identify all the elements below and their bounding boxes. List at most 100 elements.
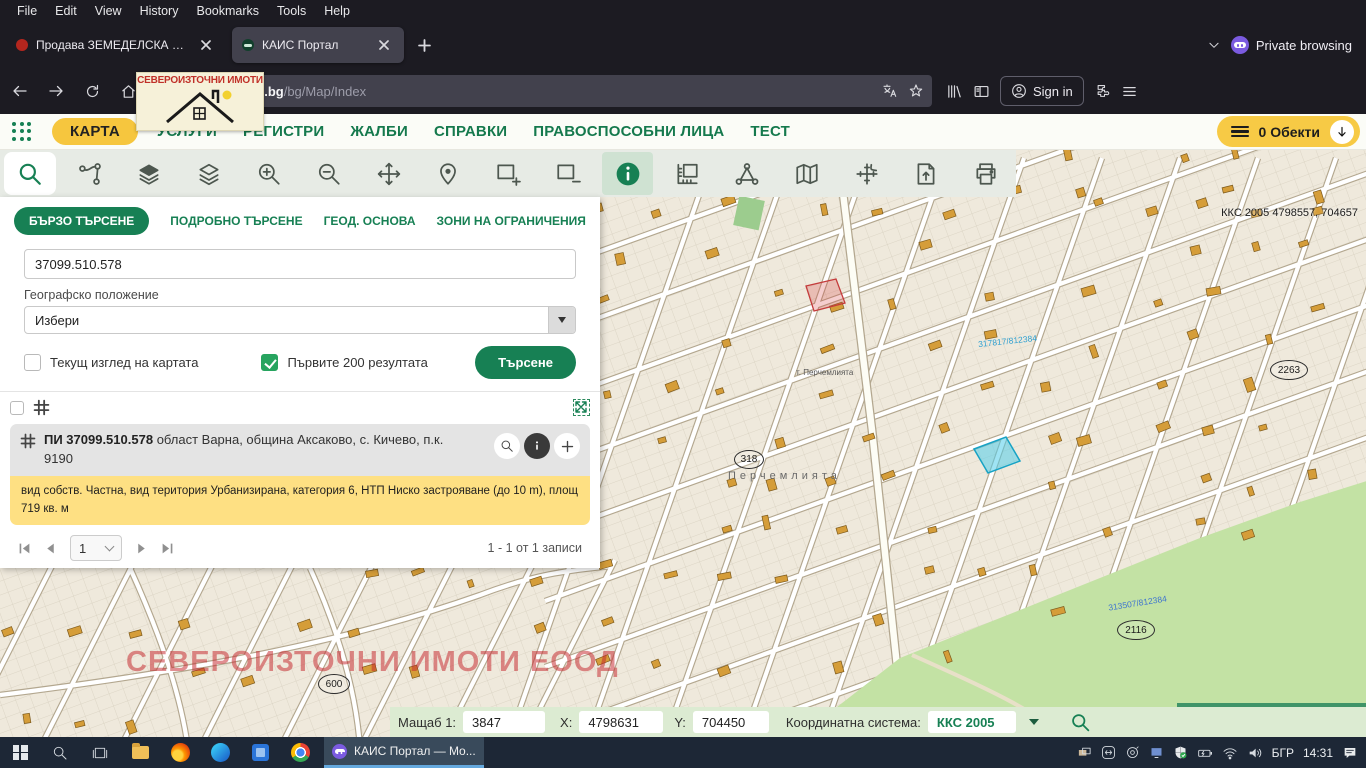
tool-measure-length[interactable] xyxy=(657,150,717,197)
start-button[interactable] xyxy=(0,737,40,768)
hamburger-menu-icon[interactable] xyxy=(1121,83,1138,100)
tool-layers-filled[interactable] xyxy=(120,150,180,197)
nav-item-karta[interactable]: КАРТА xyxy=(52,118,138,145)
library-icon[interactable] xyxy=(946,83,963,100)
cascade-windows-icon[interactable] xyxy=(1077,745,1092,760)
page-select[interactable]: 1 xyxy=(70,535,122,561)
wifi-icon[interactable] xyxy=(1222,745,1238,761)
tab-restriction-zones[interactable]: ЗОНИ НА ОГРАНИЧЕНИЯ xyxy=(437,214,586,228)
tool-quick-search[interactable] xyxy=(4,152,56,195)
menu-file[interactable]: File xyxy=(8,4,46,18)
search-button[interactable]: Търсене xyxy=(475,346,576,379)
scale-input[interactable]: 3847 xyxy=(463,711,545,733)
coordinate-search-button[interactable] xyxy=(1070,712,1091,733)
tool-map-sheets[interactable] xyxy=(777,150,837,197)
result-zoom-button[interactable] xyxy=(494,433,520,459)
tab-detailed-search[interactable]: ПОДРОБНО ТЪРСЕНЕ xyxy=(170,214,302,228)
apps-grid-icon[interactable] xyxy=(12,122,32,142)
chevron-down-icon[interactable] xyxy=(1029,719,1039,725)
clock[interactable]: 14:31 xyxy=(1303,746,1333,760)
map-toolbar xyxy=(0,150,1016,197)
taskbar-search-button[interactable] xyxy=(40,737,80,768)
result-item[interactable]: ПИ 37099.510.578 област Варна, община Ак… xyxy=(10,424,590,476)
tab-title: КАИС Портал xyxy=(262,38,338,52)
sidebar-icon[interactable] xyxy=(973,83,990,100)
tool-measure-area[interactable] xyxy=(717,150,777,197)
objects-button[interactable]: 0 Обекти xyxy=(1217,116,1360,147)
tab-quick-search[interactable]: БЪРЗО ТЪРСЕНЕ xyxy=(14,207,149,235)
first-page-button[interactable] xyxy=(18,542,31,555)
nav-item-pravosposobni[interactable]: ПРАВОСПОСОБНИ ЛИЦА xyxy=(533,123,724,140)
notification-center-icon[interactable] xyxy=(1342,745,1358,761)
camera-icon[interactable] xyxy=(1125,745,1140,760)
back-button[interactable] xyxy=(4,75,36,107)
photos-icon xyxy=(252,744,269,761)
chrome-button[interactable] xyxy=(280,737,320,768)
nav-item-test[interactable]: ТЕСТ xyxy=(750,123,790,140)
menu-edit[interactable]: Edit xyxy=(46,4,86,18)
search-input[interactable] xyxy=(24,249,576,279)
photos-button[interactable] xyxy=(240,737,280,768)
language-indicator[interactable]: БГР xyxy=(1272,746,1294,760)
tool-zoom-in[interactable] xyxy=(239,150,299,197)
active-window-title: КАИС Портал — Mo... xyxy=(354,744,476,758)
volume-icon[interactable] xyxy=(1247,745,1263,761)
tool-route[interactable] xyxy=(60,150,120,197)
nav-item-spravki[interactable]: СПРАВКИ xyxy=(434,123,507,140)
crs-select[interactable]: ККС 2005 xyxy=(928,711,1016,733)
extensions-puzzle-icon[interactable] xyxy=(1094,83,1111,100)
active-window-task[interactable]: КАИС Портал — Mo... xyxy=(324,737,484,768)
tab-geodetic-base[interactable]: ГЕОД. ОСНОВА xyxy=(324,214,416,228)
reload-button[interactable] xyxy=(76,75,108,107)
browser-tab-2[interactable]: КАИС Портал xyxy=(232,27,404,63)
new-tab-button[interactable] xyxy=(414,35,434,55)
tool-zoom-rect-out[interactable] xyxy=(538,150,598,197)
sign-in-button[interactable]: Sign in xyxy=(1000,76,1084,106)
bookmark-star-icon[interactable] xyxy=(908,83,924,99)
security-shield-icon[interactable] xyxy=(1173,745,1188,760)
tab-close-button[interactable] xyxy=(374,35,394,55)
tool-zoom-out[interactable] xyxy=(299,150,359,197)
select-arrow-button[interactable] xyxy=(548,307,575,333)
y-input[interactable]: 704450 xyxy=(693,711,769,733)
battery-icon[interactable] xyxy=(1197,745,1213,761)
search-panel: БЪРЗО ТЪРСЕНЕ ПОДРОБНО ТЪРСЕНЕ ГЕОД. ОСН… xyxy=(0,197,600,568)
x-input[interactable]: 4798631 xyxy=(579,711,663,733)
geo-position-select[interactable]: Избери xyxy=(24,306,576,334)
result-info-button[interactable] xyxy=(524,433,550,459)
tool-pan[interactable] xyxy=(359,150,419,197)
current-view-checkbox[interactable] xyxy=(24,354,41,371)
next-page-button[interactable] xyxy=(135,542,148,555)
address-bar[interactable]: kais.cadastre.bg/bg/Map/Index xyxy=(154,75,932,107)
tab-close-button[interactable] xyxy=(196,35,216,55)
tool-print[interactable] xyxy=(956,150,1016,197)
teamviewer-icon[interactable] xyxy=(1101,745,1116,760)
display-icon[interactable] xyxy=(1149,745,1164,760)
select-all-checkbox[interactable] xyxy=(10,401,24,415)
tool-geodesic-grid[interactable] xyxy=(837,150,897,197)
first-200-checkbox[interactable] xyxy=(261,354,278,371)
menu-bookmarks[interactable]: Bookmarks xyxy=(187,4,268,18)
edge-button[interactable] xyxy=(200,737,240,768)
menu-help[interactable]: Help xyxy=(315,4,359,18)
tool-export[interactable] xyxy=(897,150,957,197)
tool-info[interactable] xyxy=(602,152,654,195)
menu-tools[interactable]: Tools xyxy=(268,4,315,18)
menu-view[interactable]: View xyxy=(86,4,131,18)
forward-button[interactable] xyxy=(40,75,72,107)
translate-icon[interactable] xyxy=(882,83,898,99)
task-view-button[interactable] xyxy=(80,737,120,768)
last-page-button[interactable] xyxy=(161,542,174,555)
firefox-button[interactable] xyxy=(160,737,200,768)
menu-history[interactable]: History xyxy=(131,4,188,18)
tool-zoom-rect-in[interactable] xyxy=(478,150,538,197)
browser-tab-1[interactable]: Продава ЗЕМЕДЕЛСКА ЗЕМЯ в xyxy=(6,27,226,63)
prev-page-button[interactable] xyxy=(44,542,57,555)
zoom-to-extent-icon[interactable] xyxy=(573,399,590,416)
result-add-button[interactable] xyxy=(554,433,580,459)
file-explorer-button[interactable] xyxy=(120,737,160,768)
tab-list-chevron-icon[interactable] xyxy=(1207,38,1221,52)
tool-layers-stack[interactable] xyxy=(179,150,239,197)
tool-locate[interactable] xyxy=(418,150,478,197)
nav-item-zhalbi[interactable]: ЖАЛБИ xyxy=(350,123,408,140)
